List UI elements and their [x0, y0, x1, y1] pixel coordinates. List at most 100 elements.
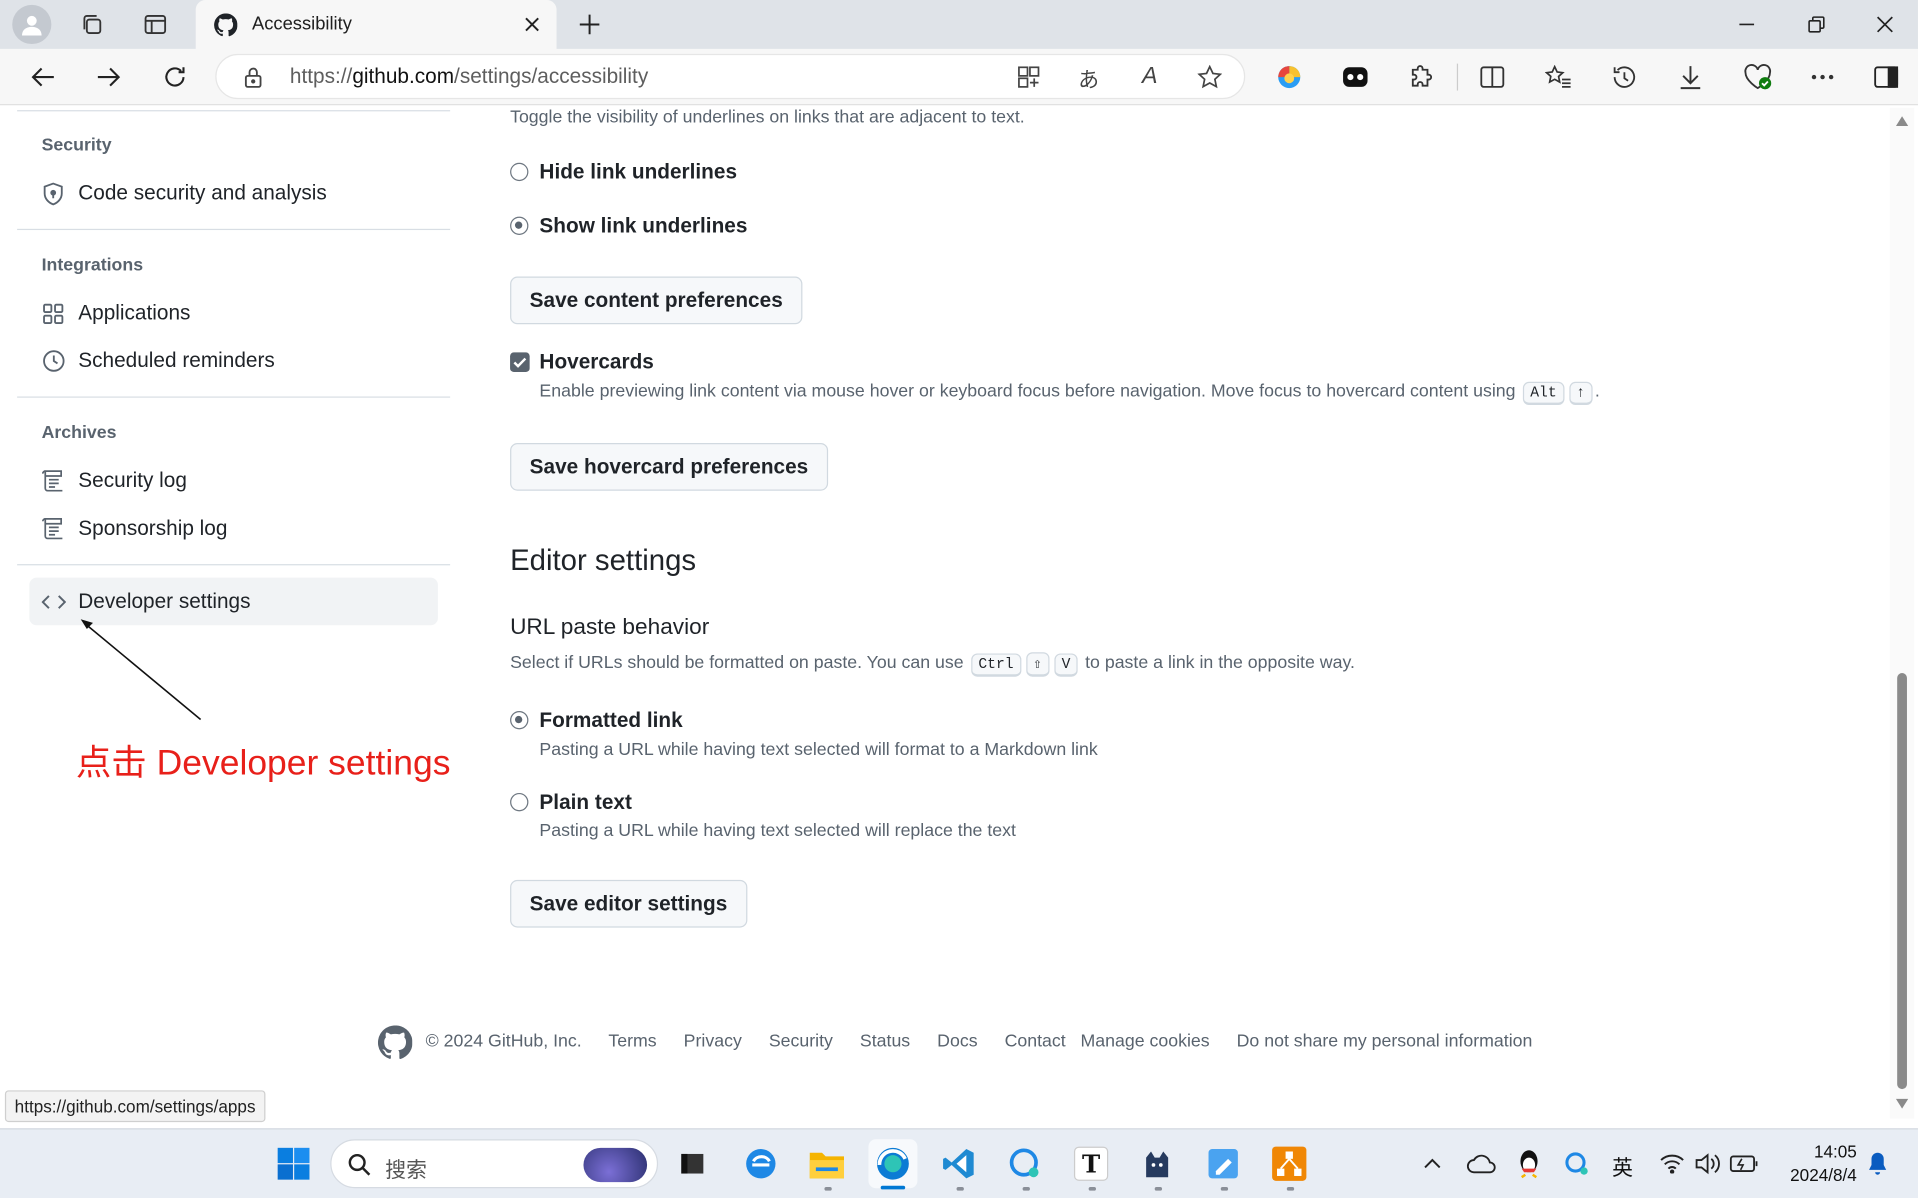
plain-text-label[interactable]: Plain text: [539, 791, 631, 815]
restore-window-icon[interactable]: [1798, 7, 1835, 41]
sidebar-heading-integrations: Integrations: [41, 255, 144, 276]
new-tab-icon[interactable]: [572, 7, 606, 41]
taskbar-app-file-explorer[interactable]: [802, 1139, 851, 1188]
scroll-up-icon[interactable]: [1895, 116, 1909, 127]
footer-link-do-not-share[interactable]: Do not share my personal information: [1237, 1032, 1533, 1052]
scrollbar-thumb[interactable]: [1897, 673, 1907, 1090]
github-logo-icon[interactable]: [378, 1025, 413, 1059]
close-window-icon[interactable]: [1867, 7, 1904, 41]
profile-avatar-icon[interactable]: [12, 4, 52, 45]
browser-essentials-icon[interactable]: [1739, 60, 1776, 94]
forward-icon[interactable]: [91, 59, 128, 96]
radio-plain-text[interactable]: [510, 792, 529, 812]
search-placeholder: 搜索: [385, 1158, 427, 1183]
app-available-icon[interactable]: [1014, 64, 1043, 91]
taskbar-app-chat[interactable]: [1001, 1139, 1050, 1188]
onedrive-cloud-icon[interactable]: [1465, 1150, 1497, 1177]
history-icon[interactable]: [1607, 60, 1641, 94]
kbd-v: V: [1054, 653, 1078, 677]
extension-colorful-icon[interactable]: [1272, 60, 1306, 94]
extension-mask-icon[interactable]: [1338, 60, 1372, 94]
log-icon: [41, 469, 65, 492]
taskbar-app-notebook[interactable]: [668, 1139, 717, 1188]
sidebar-item-security-log[interactable]: Security log: [41, 469, 187, 493]
footer-link-contact[interactable]: Contact: [1005, 1032, 1066, 1052]
translate-icon[interactable]: あ: [1073, 62, 1105, 91]
kbd-ctrl: Ctrl: [971, 653, 1021, 677]
active-app-indicator: [880, 1185, 906, 1190]
footer-link-manage-cookies[interactable]: Manage cookies: [1080, 1032, 1209, 1052]
sidebar-toggle-icon[interactable]: [1869, 60, 1903, 94]
sidebar-item-label: Code security and analysis: [78, 181, 327, 205]
footer-link-docs[interactable]: Docs: [937, 1032, 977, 1052]
taskbar-app-cat[interactable]: [1133, 1139, 1182, 1188]
hovercards-label[interactable]: Hovercards: [539, 350, 653, 374]
footer-link-status[interactable]: Status: [860, 1032, 910, 1052]
volume-icon[interactable]: [1693, 1150, 1722, 1177]
radio-hide-link-underlines[interactable]: [510, 162, 529, 182]
sidebar-item-sponsorship-log[interactable]: Sponsorship log: [41, 516, 228, 540]
battery-icon[interactable]: [1728, 1150, 1760, 1177]
code-brackets-icon: [41, 590, 67, 613]
hide-underlines-label[interactable]: Hide link underlines: [539, 160, 737, 184]
sidebar-item-applications[interactable]: Applications: [42, 301, 191, 325]
typora-glyph: T: [1073, 1146, 1109, 1181]
url-scheme: https://: [289, 64, 353, 89]
lock-icon[interactable]: [241, 65, 265, 89]
editor-settings-heading: Editor settings: [510, 544, 697, 578]
taskbar-clock[interactable]: 14:05 2024/8/4: [1771, 1140, 1857, 1187]
more-options-icon[interactable]: [1805, 60, 1839, 94]
taskbar-search-box[interactable]: 搜索: [330, 1139, 659, 1189]
taskbar-app-editor[interactable]: [1199, 1139, 1248, 1188]
radio-show-link-underlines[interactable]: [510, 216, 529, 235]
footer: © 2024 GitHub, Inc. Terms Privacy Securi…: [426, 1032, 1533, 1052]
vertical-tabs-icon[interactable]: [137, 7, 174, 41]
page-scrollbar[interactable]: [1889, 107, 1915, 1119]
taskbar-app-drawio[interactable]: [1265, 1139, 1314, 1188]
close-tab-icon[interactable]: [521, 13, 543, 35]
url-text[interactable]: https://github.com/settings/accessibilit…: [290, 65, 648, 89]
workspaces-icon[interactable]: [73, 7, 110, 41]
footer-link-terms[interactable]: Terms: [608, 1032, 656, 1052]
taskbar-app-edge[interactable]: [868, 1139, 918, 1189]
show-underlines-label[interactable]: Show link underlines: [539, 214, 747, 238]
url-paste-description: Select if URLs should be formatted on pa…: [510, 652, 1355, 677]
save-hovercard-preferences-button[interactable]: Save hovercard preferences: [510, 442, 828, 491]
refresh-icon[interactable]: [157, 59, 194, 96]
footer-link-privacy[interactable]: Privacy: [684, 1032, 742, 1052]
ime-indicator[interactable]: 英: [1612, 1150, 1633, 1181]
wifi-icon[interactable]: [1657, 1150, 1686, 1177]
qq-penguin-icon[interactable]: [1514, 1148, 1543, 1180]
tray-overflow-chevron-icon[interactable]: [1419, 1150, 1446, 1177]
radio-formatted-link[interactable]: [510, 710, 529, 730]
save-editor-settings-button[interactable]: Save editor settings: [510, 879, 747, 928]
windows-start-icon[interactable]: [272, 1140, 316, 1187]
tray-chat-icon[interactable]: [1561, 1148, 1593, 1180]
clock-icon: [42, 349, 65, 372]
downloads-icon[interactable]: [1673, 60, 1707, 94]
address-bar[interactable]: https://github.com/settings/accessibilit…: [215, 53, 1246, 100]
taskbar-app-vscode[interactable]: [935, 1139, 984, 1188]
formatted-link-label[interactable]: Formatted link: [539, 709, 682, 733]
favorites-icon[interactable]: [1541, 60, 1575, 94]
app-running-dot: [956, 1186, 964, 1191]
save-content-preferences-button[interactable]: Save content preferences: [510, 276, 803, 325]
sidebar-item-code-security[interactable]: Code security and analysis: [42, 181, 327, 205]
favorite-star-icon[interactable]: [1195, 62, 1224, 91]
taskbar-app-edge-legacy[interactable]: [736, 1139, 785, 1188]
hovercards-checkbox[interactable]: [510, 352, 530, 373]
notification-bell-icon[interactable]: [1864, 1150, 1891, 1177]
extensions-puzzle-icon[interactable]: [1404, 60, 1438, 94]
sidebar-divider: [17, 396, 451, 398]
minimize-window-icon[interactable]: [1728, 7, 1765, 41]
sidebar-item-label: Scheduled reminders: [78, 348, 275, 373]
taskbar-app-typora[interactable]: T: [1067, 1139, 1116, 1188]
scroll-down-icon[interactable]: [1895, 1098, 1909, 1109]
sidebar-item-scheduled-reminders[interactable]: Scheduled reminders: [42, 349, 275, 373]
footer-link-security[interactable]: Security: [769, 1032, 833, 1052]
read-aloud-icon[interactable]: A: [1134, 62, 1166, 91]
split-screen-icon[interactable]: [1475, 60, 1509, 94]
annotation-arrow: [80, 619, 202, 721]
back-icon[interactable]: [24, 59, 61, 96]
browser-tab-accessibility[interactable]: Accessibility: [195, 0, 557, 49]
